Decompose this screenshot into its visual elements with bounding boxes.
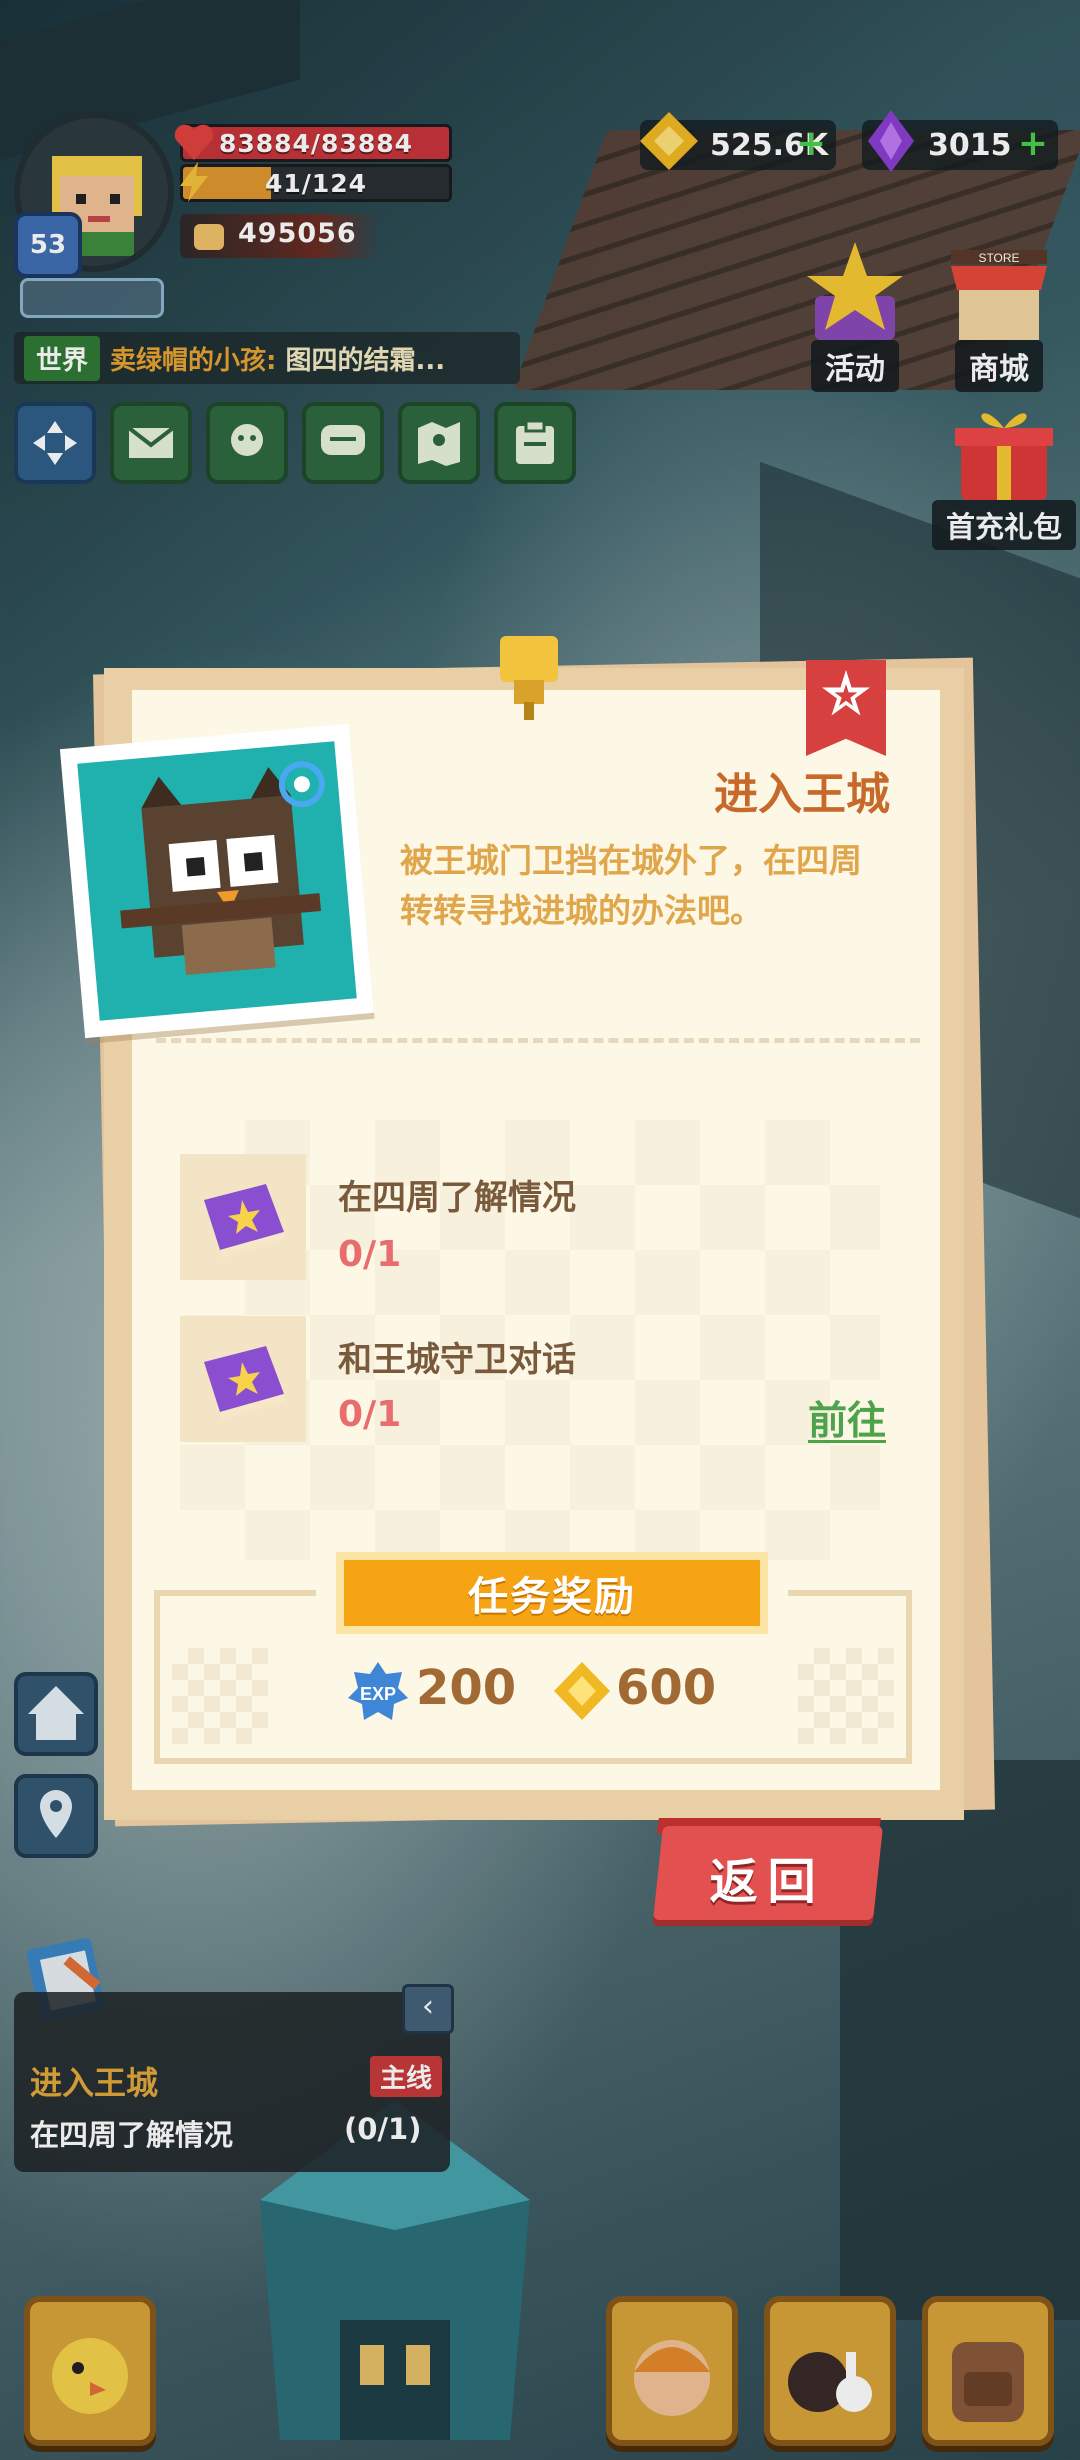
back-button[interactable]: 返回 <box>653 1826 883 1920</box>
task-1-title: 在四周了解情况 <box>338 1178 576 1218</box>
quest-title: 进入王城 <box>714 769 890 820</box>
book-icon <box>204 1346 284 1420</box>
pin-icon <box>500 636 558 720</box>
gold-reward: 600 <box>616 1660 717 1716</box>
exp-label: EXP <box>360 1684 396 1704</box>
gold-coin-icon <box>554 1662 610 1720</box>
divider <box>156 1038 920 1043</box>
task-icon-2 <box>180 1316 306 1442</box>
quest-description: 被王城门卫挡在城外了，在四周转转寻找进城的办法吧。 <box>400 841 862 930</box>
npc-portrait <box>59 723 375 1039</box>
back-label: 返回 <box>709 1854 826 1910</box>
target-crosshair-icon <box>278 761 325 808</box>
task-icon-1 <box>180 1154 306 1280</box>
task-2-title: 和王城守卫对话 <box>338 1340 576 1380</box>
task-1-progress: 0/1 <box>338 1234 402 1275</box>
exp-badge-icon: EXP <box>348 1662 408 1720</box>
task-2-progress: 0/1 <box>338 1394 402 1435</box>
book-icon <box>204 1184 284 1258</box>
exp-reward: 200 <box>416 1660 517 1716</box>
goto-link[interactable]: 前往 <box>808 1390 886 1446</box>
reward-header: 任务奖励 <box>336 1552 768 1634</box>
